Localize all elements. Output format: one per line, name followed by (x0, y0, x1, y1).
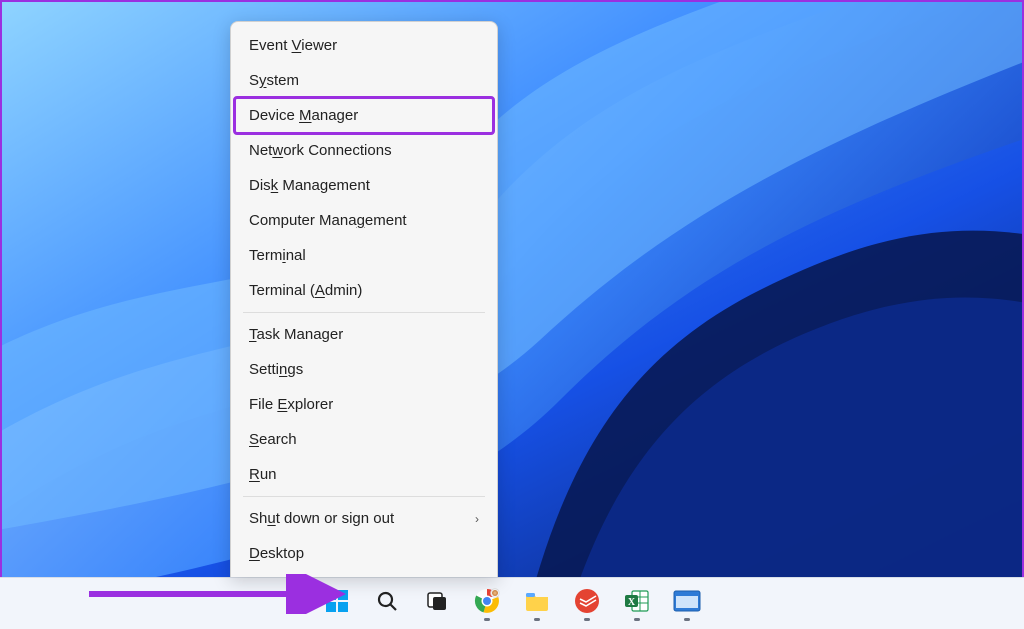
run-icon (673, 590, 701, 617)
menu-item-label: Event Viewer (249, 37, 337, 54)
winx-context-menu[interactable]: Event Viewer System Device Manager Network … (230, 21, 498, 577)
todoist-app[interactable] (567, 584, 607, 624)
menu-item-label: Network Connections (249, 142, 392, 159)
menu-item-label: Search (249, 431, 297, 448)
menu-system[interactable]: System (235, 63, 493, 98)
chrome-app[interactable] (467, 584, 507, 624)
task-view-button[interactable] (417, 584, 457, 624)
menu-shutdown[interactable]: Shut down or sign out › (235, 501, 493, 536)
chevron-right-icon: › (475, 512, 479, 526)
windows-icon (324, 588, 350, 619)
menu-item-label: Terminal (Admin) (249, 282, 362, 299)
menu-item-label: Task Manager (249, 326, 343, 343)
taskview-icon (425, 589, 449, 618)
menu-item-label: Disk Management (249, 177, 370, 194)
excel-app[interactable]: X (617, 584, 657, 624)
todoist-icon (574, 588, 600, 619)
desktop-wallpaper (0, 0, 1024, 629)
file-explorer-app[interactable] (517, 584, 557, 624)
menu-item-label: Desktop (249, 545, 304, 562)
taskbar: X (0, 577, 1024, 629)
menu-disk-management[interactable]: Disk Management (235, 168, 493, 203)
menu-item-label: Device Manager (249, 107, 358, 124)
menu-file-explorer[interactable]: File Explorer (235, 387, 493, 422)
excel-icon: X (624, 588, 650, 619)
menu-separator (243, 312, 485, 313)
menu-item-label: Computer Management (249, 212, 407, 229)
menu-item-label: Run (249, 466, 277, 483)
menu-run[interactable]: Run (235, 457, 493, 492)
start-button[interactable] (317, 584, 357, 624)
run-dialog-app[interactable] (667, 584, 707, 624)
search-button[interactable] (367, 584, 407, 624)
menu-search[interactable]: Search (235, 422, 493, 457)
search-icon (375, 589, 399, 618)
menu-computer-management[interactable]: Computer Management (235, 203, 493, 238)
menu-terminal[interactable]: Terminal (235, 238, 493, 273)
svg-text:X: X (628, 597, 636, 608)
menu-desktop[interactable]: Desktop (235, 536, 493, 571)
menu-event-viewer[interactable]: Event Viewer (235, 28, 493, 63)
menu-separator (243, 496, 485, 497)
chrome-icon (474, 588, 500, 619)
menu-settings[interactable]: Settings (235, 352, 493, 387)
menu-item-label: Settings (249, 361, 303, 378)
menu-item-label: File Explorer (249, 396, 333, 413)
menu-device-manager[interactable]: Device Manager (235, 98, 493, 133)
menu-task-manager[interactable]: Task Manager (235, 317, 493, 352)
menu-network-connections[interactable]: Network Connections (235, 133, 493, 168)
menu-terminal-admin[interactable]: Terminal (Admin) (235, 273, 493, 308)
menu-item-label: System (249, 72, 299, 89)
menu-item-label: Terminal (249, 247, 306, 264)
menu-item-label: Shut down or sign out (249, 510, 394, 527)
explorer-icon (524, 588, 550, 619)
